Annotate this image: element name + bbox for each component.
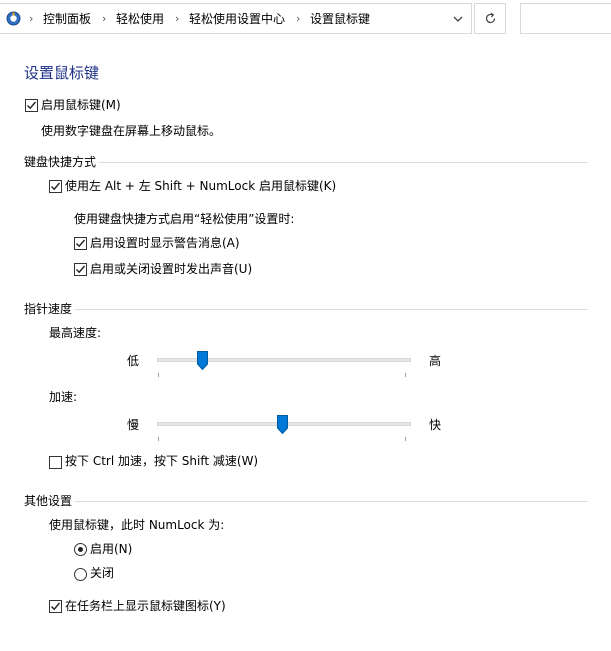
breadcrumb-item-ease-of-access[interactable]: 轻松使用: [116, 12, 164, 26]
radio-dot: [78, 547, 83, 552]
search-input[interactable]: [520, 3, 611, 34]
enable-mousekeys-description: 使用数字键盘在屏幕上移动鼠标。: [41, 124, 222, 138]
enable-mousekeys-checkbox[interactable]: [25, 99, 38, 112]
group-divider: [24, 309, 588, 310]
slider-tick: [405, 437, 406, 441]
slider-tick: [405, 373, 406, 377]
top-speed-low-label: 低: [127, 354, 140, 368]
taskbar-icon-label[interactable]: 在任务栏上显示鼠标键图标(Y): [65, 599, 226, 613]
acceleration-slow-label: 慢: [127, 418, 140, 432]
breadcrumb-separator: ›: [29, 12, 34, 25]
control-panel-icon: [6, 11, 21, 26]
enable-shortcut-checkbox[interactable]: [49, 180, 62, 193]
slider-track[interactable]: [157, 358, 411, 362]
sound-checkbox[interactable]: [74, 263, 87, 276]
refresh-button[interactable]: [474, 3, 506, 34]
breadcrumb-item-control-panel[interactable]: 控制面板: [43, 12, 91, 26]
checkmark-icon: [27, 101, 37, 110]
top-speed-label: 最高速度:: [49, 326, 102, 340]
chevron-down-icon[interactable]: [451, 12, 465, 26]
checkmark-icon: [51, 602, 61, 611]
enable-shortcut-label[interactable]: 使用左 Alt + 左 Shift + NumLock 启用鼠标键(K): [65, 179, 336, 193]
warning-message-label[interactable]: 启用设置时显示警告消息(A): [90, 236, 240, 250]
checkmark-icon: [76, 265, 86, 274]
slider-tick: [158, 373, 159, 377]
warning-message-checkbox[interactable]: [74, 237, 87, 250]
acceleration-label: 加速:: [49, 390, 78, 404]
sound-label[interactable]: 启用或关闭设置时发出声音(U): [90, 262, 252, 276]
group-divider: [24, 162, 588, 163]
numlock-on-radio[interactable]: [74, 543, 87, 556]
breadcrumb[interactable]: › 控制面板 › 轻松使用 › 轻松使用设置中心 › 设置鼠标键: [0, 3, 472, 34]
breadcrumb-item-ease-center[interactable]: 轻松使用设置中心: [189, 12, 285, 26]
taskbar-icon-checkbox[interactable]: [49, 600, 62, 613]
breadcrumb-separator: ›: [296, 12, 301, 25]
acceleration-fast-label: 快: [429, 418, 442, 432]
numlock-label: 使用鼠标键，此时 NumLock 为:: [49, 518, 225, 532]
checkmark-icon: [76, 239, 86, 248]
page-title: 设置鼠标键: [24, 64, 100, 82]
breadcrumb-separator: ›: [175, 12, 180, 25]
checkmark-icon: [51, 182, 61, 191]
ctrl-shift-checkbox[interactable]: [49, 456, 62, 469]
breadcrumb-separator: ›: [102, 12, 107, 25]
breadcrumb-item-mouse-keys[interactable]: 设置鼠标键: [310, 12, 370, 26]
shortcut-group-header: 键盘快捷方式: [24, 155, 100, 169]
address-bar: › 控制面板 › 轻松使用 › 轻松使用设置中心 › 设置鼠标键: [0, 0, 611, 38]
numlock-off-radio[interactable]: [74, 568, 87, 581]
slider-thumb[interactable]: [276, 415, 288, 434]
refresh-icon: [485, 12, 496, 24]
slider-tick: [158, 437, 159, 441]
enable-mousekeys-label[interactable]: 启用鼠标键(M): [41, 98, 121, 112]
shortcut-when-label: 使用键盘快捷方式启用“轻松使用”设置时:: [74, 212, 295, 226]
numlock-on-label[interactable]: 启用(N): [90, 542, 132, 556]
numlock-off-label[interactable]: 关闭: [90, 566, 114, 580]
pointer-speed-group-header: 指针速度: [24, 302, 76, 316]
other-settings-group-header: 其他设置: [24, 494, 76, 508]
top-speed-high-label: 高: [429, 354, 442, 368]
group-divider: [24, 501, 588, 502]
ctrl-shift-label[interactable]: 按下 Ctrl 加速，按下 Shift 减速(W): [65, 454, 258, 468]
slider-thumb[interactable]: [197, 351, 209, 370]
